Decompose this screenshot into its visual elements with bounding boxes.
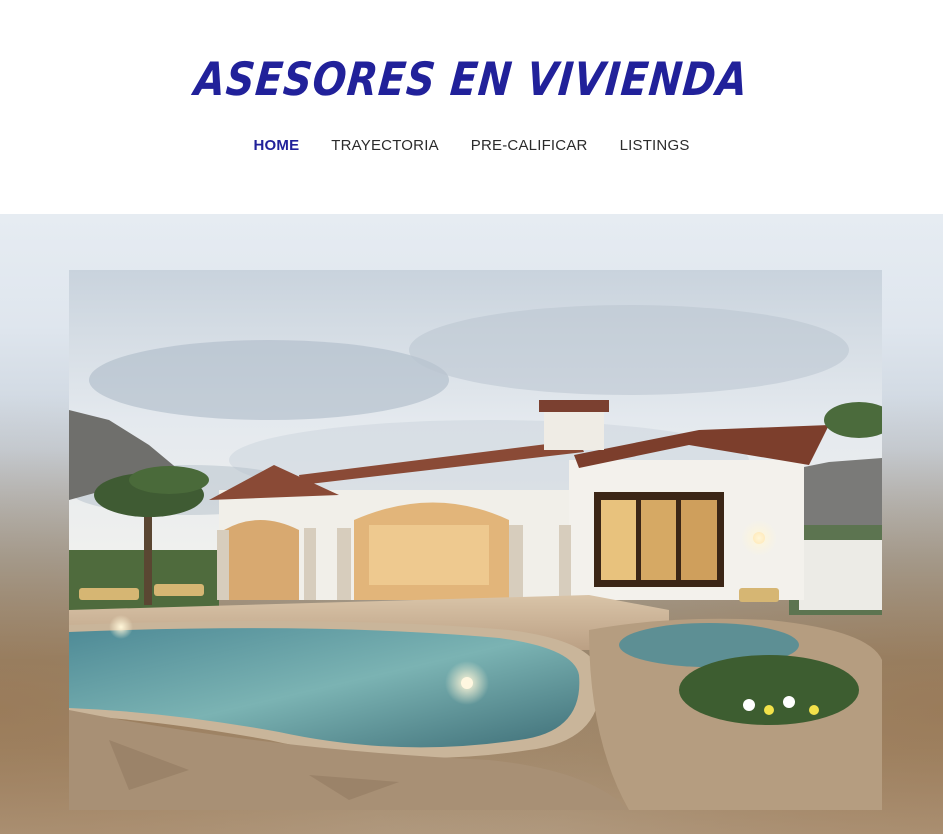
hero-section: [0, 214, 943, 834]
main-nav: HOME TRAYECTORIA PRE-CALIFICAR LISTINGS: [0, 137, 943, 154]
site-title[interactable]: ASESORES EN VIVIENDA: [64, 52, 880, 106]
site-header: ASESORES EN VIVIENDA HOME TRAYECTORIA PR…: [0, 0, 943, 214]
nav-item-listings[interactable]: LISTINGS: [620, 137, 690, 154]
nav-item-home[interactable]: HOME: [253, 137, 299, 154]
nav-item-trayectoria[interactable]: TRAYECTORIA: [331, 137, 439, 154]
featured-house-photo: [69, 270, 882, 810]
nav-item-pre-calificar[interactable]: PRE-CALIFICAR: [471, 137, 588, 154]
